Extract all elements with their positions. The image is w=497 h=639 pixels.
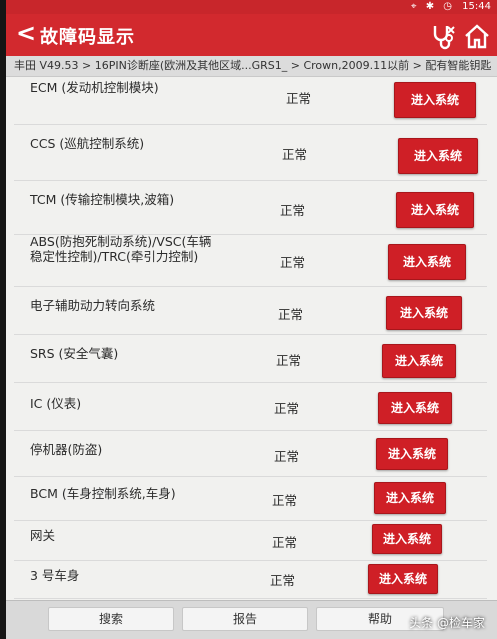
- system-name: CCS (巡航控制系统): [30, 136, 145, 151]
- app-screen: ⌖ ✱ ◷ 15:44 < 故障码显示 丰田 V49.53 > 16PIN诊断座…: [6, 0, 497, 639]
- back-icon[interactable]: <: [16, 19, 36, 47]
- system-row: 网关 正常 进入系统: [14, 520, 487, 561]
- enter-system-button[interactable]: 进入系统: [398, 138, 478, 174]
- home-icon[interactable]: [463, 22, 491, 50]
- system-name: 停机器(防盗): [30, 442, 103, 457]
- system-name: SRS (安全气囊): [30, 346, 119, 361]
- system-name: 电子辅助动力转向系统: [30, 298, 156, 313]
- system-row: 电子辅助动力转向系统正常 进入系统: [14, 286, 487, 335]
- system-list: ECM (发动机控制模块) 正常 进入系统 CCS (巡航控制系统) 正常 进入系统 TCM…: [6, 76, 497, 599]
- system-row: ECM (发动机控制模块) 正常 进入系统: [14, 76, 487, 125]
- system-row: 3 号车身 正常 进入系统: [14, 560, 487, 599]
- system-row: 停机器(防盗) 正常 进入系统: [14, 430, 487, 477]
- system-name: BCM (车身控制系统,车身): [30, 486, 176, 501]
- system-name: IC (仪表): [30, 396, 82, 411]
- system-name: 网关: [30, 528, 56, 543]
- system-status: 正常: [282, 147, 308, 162]
- enter-system-button[interactable]: 进入系统: [376, 438, 448, 470]
- system-status: 正常: [286, 91, 312, 106]
- system-status: 正常: [280, 255, 306, 270]
- report-button[interactable]: 报告: [182, 607, 308, 631]
- system-row: ABS(防抱死制动系统)/VSC(车辆稳定性控制)/TRC(牵引力控制) 正常 进入…: [14, 234, 487, 287]
- app-header: < 故障码显示: [6, 14, 497, 56]
- system-row: BCM (车身控制系统,车身) 正常 进入系统: [14, 476, 487, 521]
- system-status: 正常: [280, 203, 306, 218]
- enter-system-button[interactable]: 进入系统: [382, 344, 456, 378]
- enter-system-button[interactable]: 进入系统: [374, 482, 446, 514]
- system-row: IC (仪表) 正常 进入系统: [14, 382, 487, 431]
- status-icons: ⌖ ✱ ◷: [410, 1, 455, 12]
- system-status: 正常: [274, 449, 300, 464]
- system-status: 正常: [270, 573, 296, 588]
- system-status: 正常: [274, 401, 300, 416]
- enter-system-button[interactable]: 进入系统: [368, 564, 438, 594]
- system-row: SRS (安全气囊) 正常 进入系统: [14, 334, 487, 383]
- system-row: TCM (传输控制模块,波箱) 正常 进入系统: [14, 180, 487, 235]
- enter-system-button[interactable]: 进入系统: [394, 82, 476, 118]
- enter-system-button[interactable]: 进入系统: [396, 192, 474, 228]
- breadcrumb: 丰田 V49.53 > 16PIN诊断座(欧洲及其他区域...GRS1_ > C…: [6, 56, 497, 77]
- system-name: 3 号车身: [30, 568, 80, 583]
- stethoscope-icon[interactable]: [429, 22, 457, 50]
- system-name: TCM (传输控制模块,波箱): [30, 192, 175, 207]
- enter-system-button[interactable]: 进入系统: [378, 392, 452, 424]
- system-row: CCS (巡航控制系统) 正常 进入系统: [14, 124, 487, 181]
- watermark: 头条 @检车家: [409, 616, 485, 630]
- system-status: 正常: [272, 493, 298, 508]
- search-button[interactable]: 搜索: [48, 607, 174, 631]
- system-status: 正常: [276, 353, 302, 368]
- enter-system-button[interactable]: 进入系统: [386, 296, 462, 330]
- enter-system-button[interactable]: 进入系统: [388, 244, 466, 280]
- system-name: ECM (发动机控制模块): [30, 80, 159, 95]
- status-bar: ⌖ ✱ ◷ 15:44: [6, 0, 497, 14]
- system-name: ABS(防抱死制动系统)/VSC(车辆稳定性控制)/TRC(牵引力控制): [30, 234, 212, 264]
- system-status: 正常: [272, 535, 298, 550]
- enter-system-button[interactable]: 进入系统: [372, 524, 442, 554]
- page-title: 故障码显示: [40, 27, 135, 48]
- system-status: 正常: [278, 307, 304, 322]
- status-time: 15:44: [462, 1, 491, 12]
